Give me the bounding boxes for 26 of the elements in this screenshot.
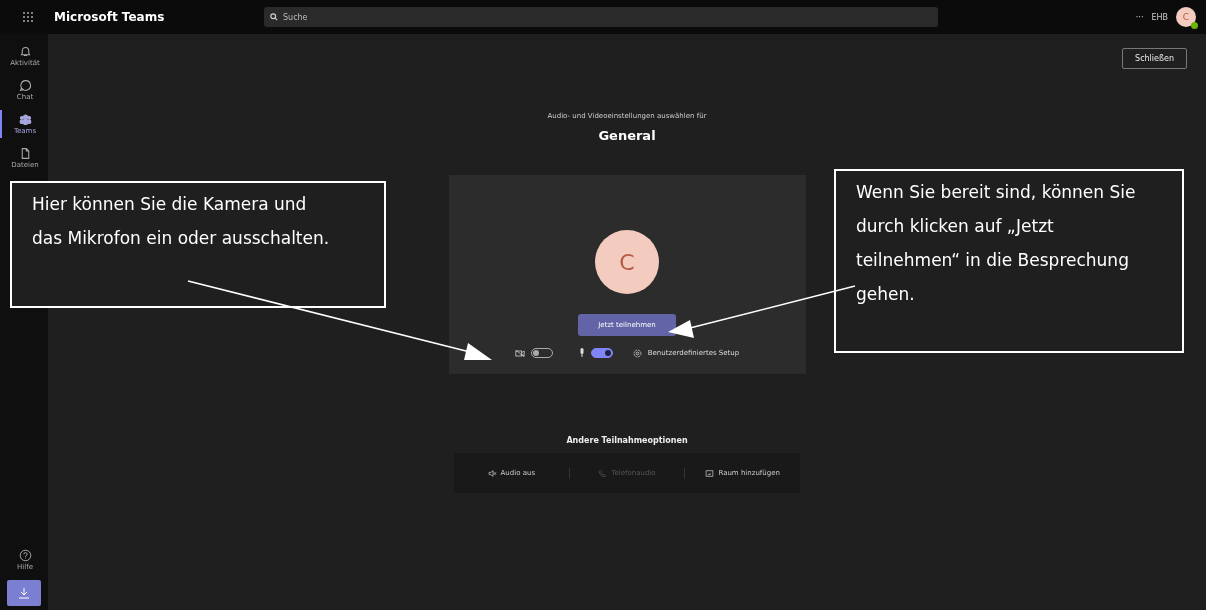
camera-off-icon [514, 348, 525, 358]
download-icon [18, 587, 30, 599]
meeting-title: General [598, 128, 656, 143]
app-launcher-icon[interactable] [22, 11, 34, 23]
user-avatar: C [595, 230, 659, 294]
phone-icon [598, 468, 608, 478]
other-options-title: Andere Teilnahmeoptionen [566, 436, 688, 445]
help-icon [18, 549, 32, 562]
microphone-toggle[interactable] [590, 348, 613, 358]
speaker-icon [487, 468, 497, 478]
chat-icon [18, 79, 32, 92]
annotation-callout: Wenn Sie bereit sind, können Sie durch klicken auf „Jetzt teilnehmen“ in die Besprechung gehen. [834, 169, 1184, 353]
search-field[interactable]: Suche [264, 7, 938, 27]
bell-icon [18, 45, 32, 58]
teams-icon [18, 113, 32, 126]
close-button[interactable]: Schließen [1122, 48, 1187, 69]
user-initials: EHB [1151, 12, 1168, 22]
microphone-icon [578, 348, 585, 358]
status-indicator [1191, 22, 1198, 29]
room-icon [705, 468, 715, 478]
annotation-callout: Hier können Sie die Kamera und das Mikrofon ein oder ausschalten. [10, 181, 386, 308]
app-title: Microsoft Teams [54, 10, 166, 24]
more-button[interactable]: ··· [1135, 12, 1144, 22]
settings-icon[interactable] [632, 348, 642, 358]
search-icon [270, 13, 278, 21]
search-placeholder: Suche [283, 12, 308, 22]
